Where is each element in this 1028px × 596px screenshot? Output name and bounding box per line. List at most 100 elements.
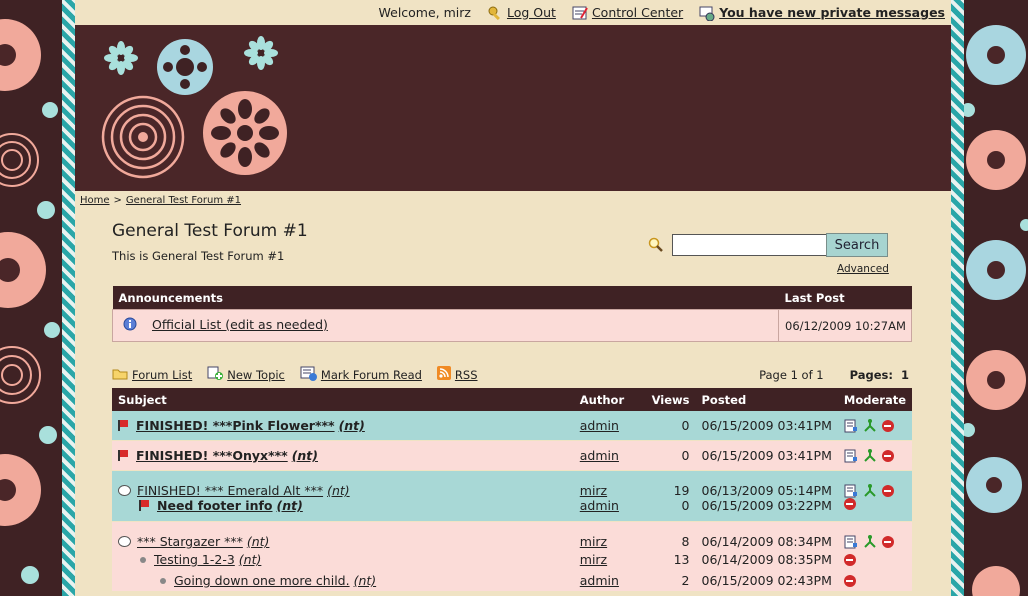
posted-cell: 06/15/2009 03:41PM — [695, 440, 838, 471]
topic-suffix[interactable]: (nt) — [354, 573, 377, 588]
topic-suffix[interactable]: (nt) — [327, 483, 350, 498]
table-row: Need footer info (nt) admin 0 06/15/2009… — [112, 498, 912, 522]
author-cell: admin — [573, 411, 646, 441]
author-link[interactable]: mirz — [580, 552, 607, 567]
topic-link[interactable]: FINISHED! ***Onyx*** — [136, 448, 288, 463]
logout-link[interactable]: Log Out — [487, 5, 556, 21]
advanced-search-link[interactable]: Advanced — [837, 263, 889, 275]
topic-suffix[interactable]: (nt) — [339, 418, 365, 433]
subject-cell: FINISHED! *** Emerald Alt *** (nt) — [112, 470, 574, 498]
views-cell: 0 — [645, 498, 696, 522]
author-link[interactable]: admin — [580, 418, 619, 433]
page-info: Page 1 of 1 — [759, 367, 824, 382]
breadcrumb-home[interactable]: Home — [80, 195, 110, 206]
author-link[interactable]: mirz — [580, 483, 607, 498]
private-messages-link[interactable]: You have new private messages — [699, 5, 945, 21]
control-center-label[interactable]: Control Center — [592, 5, 683, 20]
split-icon[interactable] — [863, 484, 877, 498]
edit-icon[interactable] — [844, 535, 858, 549]
topic-suffix[interactable]: (nt) — [247, 534, 270, 549]
table-row: FINISHED! ***Onyx*** (nt) admin 0 06/15/… — [112, 440, 912, 471]
moderate-cell — [837, 411, 912, 441]
mark-read-link[interactable]: Mark Forum Read — [300, 366, 422, 384]
breadcrumb-current[interactable]: General Test Forum #1 — [126, 195, 241, 206]
author-link[interactable]: admin — [580, 498, 619, 513]
author-link[interactable]: admin — [580, 573, 619, 588]
rss-link[interactable]: RSS — [436, 366, 478, 383]
breadcrumb-separator: > — [113, 195, 122, 206]
delete-icon[interactable] — [881, 419, 894, 432]
edit-icon[interactable] — [844, 484, 858, 498]
delete-icon[interactable] — [881, 536, 894, 548]
announcements-table: Announcements Last Post Official List (e… — [112, 286, 912, 342]
split-icon[interactable] — [863, 418, 877, 433]
forum-list-link[interactable]: Forum List — [112, 367, 192, 383]
posted-cell: 06/15/2009 03:22PM — [695, 498, 838, 522]
new-topic-label[interactable]: New Topic — [227, 368, 285, 382]
topic-link[interactable]: Need footer info — [157, 498, 273, 513]
announcement-subject-cell: Official List (edit as needed) — [112, 309, 779, 342]
topic-link[interactable]: *** Stargazer *** — [137, 534, 243, 549]
thread-icon — [118, 485, 131, 496]
search-input[interactable] — [672, 234, 828, 256]
views-cell: 8 — [645, 521, 696, 549]
delete-icon[interactable] — [881, 485, 894, 497]
private-messages-label[interactable]: You have new private messages — [719, 5, 945, 20]
edit-icon[interactable] — [844, 449, 858, 463]
main-content: General Test Forum #1 This is General Te… — [75, 221, 951, 591]
moderate-cell — [837, 549, 912, 570]
author-cell: mirz — [573, 549, 646, 570]
author-link[interactable]: admin — [580, 448, 619, 463]
bullet-icon — [160, 577, 166, 584]
delete-icon[interactable] — [843, 498, 856, 510]
header-banner — [75, 25, 951, 191]
table-row: Testing 1-2-3 (nt) mirz 13 06/14/2009 08… — [112, 549, 912, 570]
posted-header: Posted — [695, 388, 838, 411]
subject-cell: *** Stargazer *** (nt) — [112, 521, 574, 549]
views-cell: 13 — [645, 549, 696, 570]
forum-list-label[interactable]: Forum List — [132, 368, 192, 382]
author-link[interactable]: mirz — [580, 534, 607, 549]
page: Welcome, mirz Log Out Control Center You… — [75, 0, 951, 596]
delete-icon[interactable] — [843, 574, 856, 587]
announcement-row: Official List (edit as needed) 06/12/200… — [112, 309, 912, 342]
views-cell: 0 — [645, 440, 696, 471]
announcement-last-post: 06/12/2009 10:27AM — [778, 309, 912, 342]
pages-label: Pages: — [849, 367, 893, 382]
new-topic-link[interactable]: New Topic — [207, 366, 285, 383]
bullet-icon — [140, 556, 146, 563]
topic-suffix[interactable]: (nt) — [277, 498, 303, 513]
left-decoration — [0, 0, 62, 596]
author-cell: mirz — [573, 521, 646, 549]
topic-suffix[interactable]: (nt) — [239, 552, 262, 567]
author-header: Author — [573, 388, 646, 411]
topic-suffix[interactable]: (nt) — [292, 448, 318, 463]
topic-link[interactable]: Going down one more child. — [174, 573, 350, 588]
flag-icon — [139, 500, 149, 511]
info-icon — [123, 317, 137, 331]
mark-read-label[interactable]: Mark Forum Read — [321, 368, 422, 382]
split-icon[interactable] — [863, 448, 877, 463]
topics-table: Subject Author Views Posted Moderate FIN… — [112, 388, 912, 591]
topic-link[interactable]: FINISHED! *** Emerald Alt *** — [137, 483, 323, 498]
page-number[interactable]: 1 — [901, 368, 909, 382]
search-button[interactable]: Search — [826, 233, 888, 257]
posted-cell: 06/15/2009 03:41PM — [695, 411, 838, 441]
flag-icon — [118, 450, 128, 461]
topic-link[interactable]: FINISHED! ***Pink Flower*** — [136, 418, 335, 433]
rss-label[interactable]: RSS — [455, 368, 478, 382]
split-icon[interactable] — [863, 535, 877, 549]
control-center-link[interactable]: Control Center — [572, 5, 683, 21]
announcements-header: Announcements — [112, 286, 779, 310]
user-bar: Welcome, mirz Log Out Control Center You… — [75, 0, 951, 25]
logout-label[interactable]: Log Out — [507, 5, 556, 20]
edit-icon[interactable] — [844, 419, 858, 433]
delete-icon[interactable] — [881, 449, 894, 462]
messages-icon — [699, 5, 715, 21]
announcement-link[interactable]: Official List (edit as needed) — [152, 317, 328, 332]
forum-toolbar: Forum List New Topic Mark Forum Read RSS… — [112, 361, 913, 388]
delete-icon[interactable] — [843, 553, 856, 566]
views-cell: 19 — [645, 470, 696, 498]
topic-link[interactable]: Testing 1-2-3 — [154, 552, 235, 567]
moderate-cell — [837, 521, 912, 549]
